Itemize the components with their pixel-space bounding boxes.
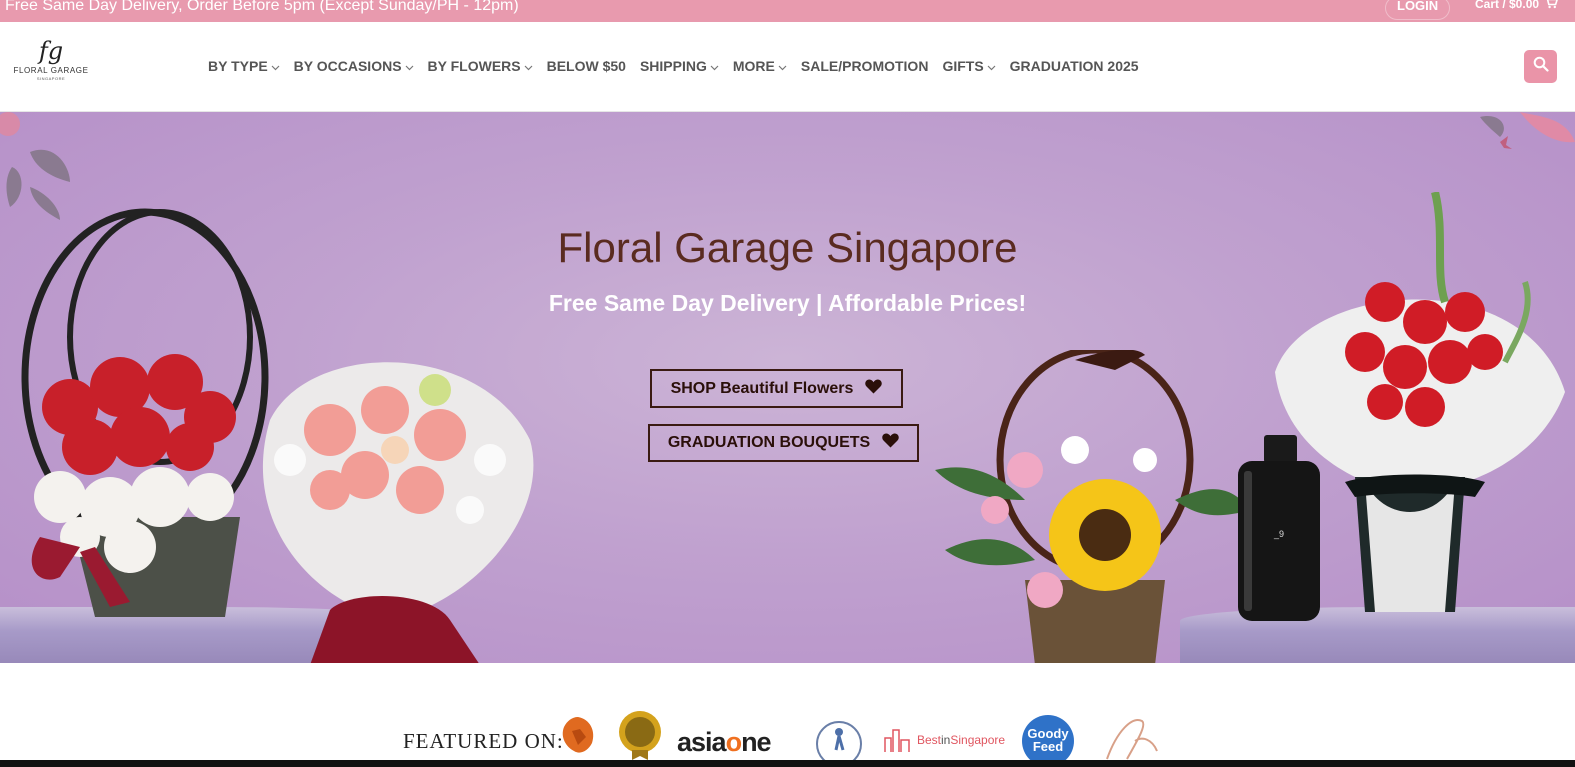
nav-graduation-2025[interactable]: GRADUATION 2025 [1010, 58, 1139, 74]
nav-sale-promotion[interactable]: SALE/PROMOTION [801, 58, 929, 74]
top-announcement-bar: Free Same Day Delivery, Order Before 5pm… [0, 0, 1575, 22]
graduation-bouquets-button[interactable]: GRADUATION BOUQUETS [648, 424, 919, 462]
heart-icon [882, 433, 899, 453]
search-icon [1533, 56, 1549, 77]
award-seal-logo-icon[interactable] [618, 710, 662, 760]
shop-flowers-button[interactable]: SHOP Beautiful Flowers [650, 369, 903, 408]
chevron-down-icon [271, 58, 280, 74]
nav-shipping[interactable]: SHIPPING [640, 58, 719, 74]
featured-on-section: FEATURED ON: asiaone BestinSingapore Goo… [0, 663, 1575, 767]
asiaone-logo[interactable]: asiaone [677, 727, 772, 758]
nav-by-occasions[interactable]: BY OCCASIONS [294, 58, 414, 74]
nav-label: SALE/PROMOTION [800, 58, 929, 74]
site-logo[interactable]: fg FLORAL GARAGE SINGAPORE [12, 36, 90, 98]
chevron-down-icon [524, 58, 533, 74]
cart-total: Cart / $0.00 [1475, 0, 1540, 11]
sunflower-basket-image [935, 350, 1250, 663]
chevron-down-icon [778, 58, 787, 74]
script-signature-logo-icon[interactable] [1097, 711, 1167, 761]
bestinsingapore-skyline-icon[interactable] [883, 726, 913, 754]
bis-text-a: Best [917, 733, 942, 747]
promo-text: Free Same Day Delivery, Order Before 5pm… [5, 0, 519, 14]
chevron-down-icon [405, 58, 414, 74]
hero-title: Floral Garage Singapore [557, 224, 1018, 271]
page-bottom-edge [0, 760, 1575, 767]
nav-label: BY OCCASIONS [293, 58, 402, 74]
logo-monogram: fg [38, 37, 64, 65]
lion-logo-icon[interactable] [560, 715, 596, 757]
cart-link[interactable]: Cart / $0.00 [1475, 0, 1559, 12]
site-header: fg FLORAL GARAGE SINGAPORE BY TYPE BY OC… [0, 22, 1575, 112]
nav-label: GRADUATION 2025 [1009, 58, 1139, 74]
chevron-down-icon [710, 58, 719, 74]
logo-sub: SINGAPORE [36, 76, 66, 81]
hero-banner: _9 Floral Garage Singapore Free Same Day… [0, 112, 1575, 663]
chevron-down-icon [987, 58, 996, 74]
asiaone-text-b: ne [741, 727, 771, 757]
bestinsingapore-logo[interactable]: BestinSingapore [917, 733, 1005, 747]
goody-feed-line2: Feed [1032, 739, 1064, 754]
button-label: SHOP Beautiful Flowers [670, 379, 854, 397]
login-button[interactable]: LOGIN [1385, 0, 1451, 20]
the-smart-local-logo-icon[interactable] [812, 720, 866, 760]
asiaone-text-a: asia [677, 727, 727, 757]
pink-rose-bouquet-image [262, 362, 534, 663]
nav-label: BY TYPE [208, 58, 268, 74]
bis-text-c: Singapore [950, 733, 1006, 747]
search-button[interactable] [1524, 50, 1557, 83]
nav-more[interactable]: MORE [733, 58, 787, 74]
logo-brand: FLORAL GARAGE [13, 66, 89, 75]
nav-label: MORE [732, 58, 775, 74]
nav-gifts[interactable]: GIFTS [942, 58, 996, 74]
heart-icon [865, 379, 883, 399]
leaf-decoration-left-icon [0, 112, 70, 220]
nav-label: BELOW $50 [546, 58, 626, 74]
nav-by-type[interactable]: BY TYPE [208, 58, 280, 74]
leaf-decoration-right-icon [1480, 112, 1575, 149]
bis-text-b: in [941, 733, 951, 747]
cart-icon [1545, 0, 1559, 12]
nav-label: GIFTS [942, 58, 984, 74]
nav-label: SHIPPING [639, 58, 707, 74]
main-nav: BY TYPE BY OCCASIONS BY FLOWERS BELOW $5… [208, 58, 1153, 74]
nav-label: BY FLOWERS [427, 58, 521, 74]
featured-label: FEATURED ON: [403, 729, 564, 753]
asiaone-text-o: o [725, 727, 742, 757]
nav-below-50[interactable]: BELOW $50 [547, 58, 626, 74]
nav-by-flowers[interactable]: BY FLOWERS [428, 58, 533, 74]
hero-subtitle: Free Same Day Delivery | Affordable Pric… [548, 290, 1027, 316]
button-label: GRADUATION BOUQUETS [667, 434, 871, 451]
